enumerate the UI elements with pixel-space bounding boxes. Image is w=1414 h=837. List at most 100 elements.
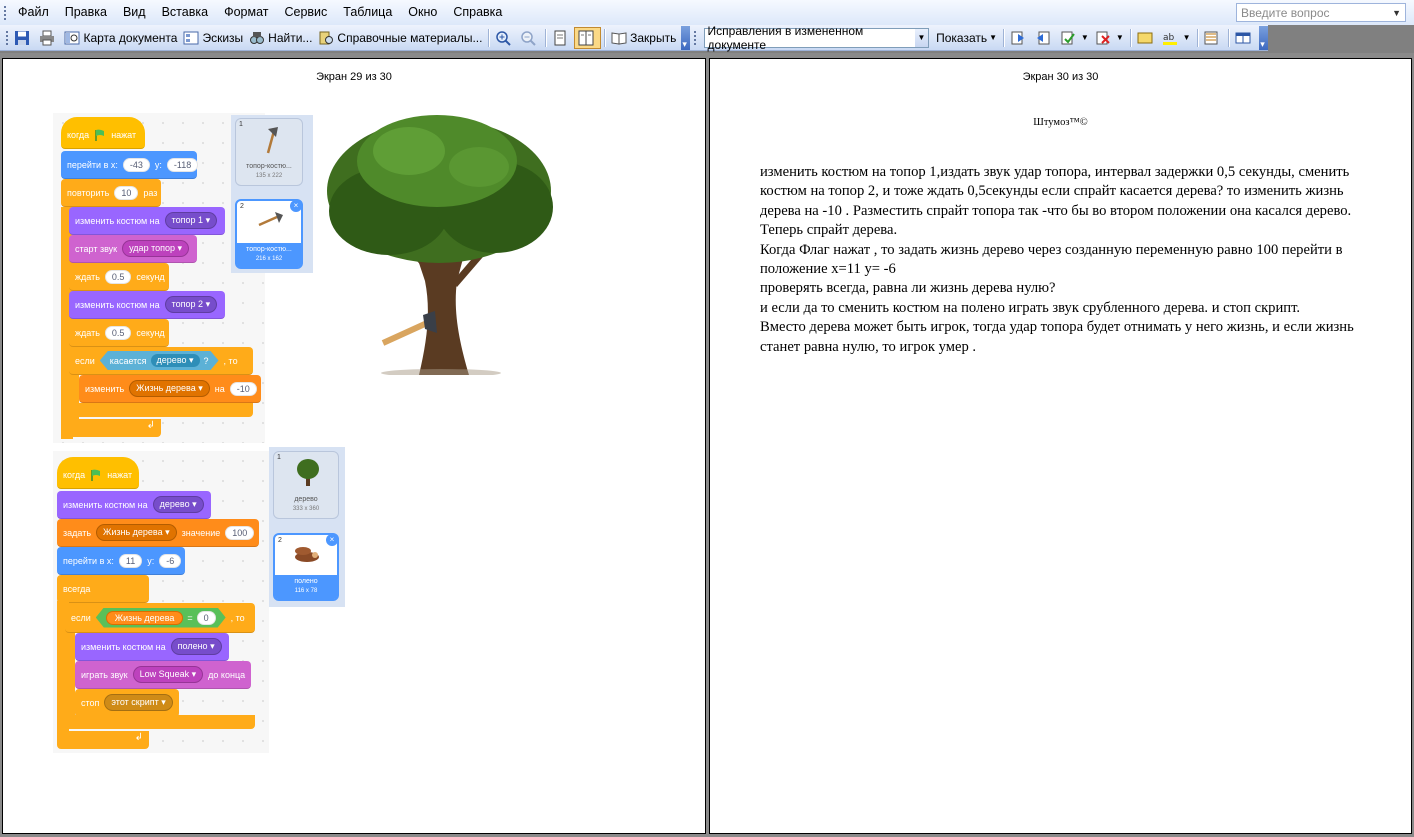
- highlight-button[interactable]: ab ▼: [1159, 27, 1194, 49]
- menu-edit[interactable]: Правка: [57, 0, 115, 25]
- one-page-button[interactable]: [549, 27, 574, 49]
- menu-format[interactable]: Формат: [216, 0, 276, 25]
- paragraph: Вместо дерева может быть игрок, тогда уд…: [760, 319, 1354, 355]
- loop-arrow-icon: ↲: [146, 420, 155, 431]
- show-markup-button[interactable]: Показать ▼: [933, 27, 1000, 49]
- show-label: Показать: [936, 30, 988, 45]
- block-text: когда: [63, 469, 86, 480]
- menu-tools[interactable]: Сервис: [276, 0, 335, 25]
- sound-dropdown[interactable]: удар топор ▾: [122, 240, 190, 257]
- costume-dropdown[interactable]: топор 2 ▾: [164, 296, 218, 313]
- previous-change-button[interactable]: [1007, 27, 1032, 49]
- change-amount-input[interactable]: -10: [229, 381, 257, 396]
- block-text: нажат: [107, 469, 133, 480]
- set-value-input[interactable]: 100: [225, 525, 255, 540]
- page-screen-30[interactable]: Экран 30 из 30 Штумоз™© изменить костюм …: [709, 58, 1412, 834]
- costume-card-selected[interactable]: 2 × топор-костю... 216 x 162: [235, 199, 303, 269]
- zoom-out-button[interactable]: [517, 27, 542, 49]
- accept-change-button[interactable]: ▼: [1057, 27, 1092, 49]
- doc-map-icon: [64, 31, 80, 44]
- toolbar-grip-2[interactable]: [693, 29, 697, 46]
- costume-value: полено: [177, 641, 208, 651]
- block-text: секунд: [136, 271, 165, 282]
- menu-view[interactable]: Вид: [115, 0, 154, 25]
- two-pages-button[interactable]: [574, 26, 602, 49]
- reference-label: Справочные материалы...: [337, 30, 483, 45]
- stop-option-dropdown[interactable]: этот скрипт ▾: [104, 694, 173, 711]
- chevron-down-icon[interactable]: ▼: [1392, 8, 1401, 18]
- costume-card[interactable]: 1 топор-костю... 135 x 222: [235, 118, 303, 186]
- find-button[interactable]: Найти...: [246, 27, 315, 49]
- new-comment-button[interactable]: [1134, 27, 1159, 49]
- x-value-input[interactable]: 11: [118, 553, 143, 568]
- wait-seconds-input[interactable]: 0.5: [104, 269, 132, 284]
- costume-number: 2: [278, 537, 282, 544]
- costume-number: 1: [277, 454, 281, 461]
- menu-insert[interactable]: Вставка: [154, 0, 216, 25]
- y-value-input[interactable]: -6: [159, 553, 182, 568]
- toolbar-options-button-2[interactable]: [1259, 25, 1269, 50]
- highlight-icon: ab: [1162, 33, 1177, 45]
- delete-costume-icon[interactable]: ×: [290, 200, 302, 212]
- reject-change-button[interactable]: ▼: [1092, 27, 1127, 49]
- toolbar-grip[interactable]: [5, 29, 9, 46]
- ask-question-input[interactable]: Введите вопрос ▼: [1236, 3, 1406, 22]
- next-change-button[interactable]: [1032, 27, 1057, 49]
- menu-help[interactable]: Справка: [445, 0, 510, 25]
- insert-table-button[interactable]: [1232, 27, 1257, 49]
- costume-dropdown[interactable]: топор 1 ▾: [164, 212, 218, 229]
- if-then-block: если Жизнь дерева = 0 , то: [65, 603, 255, 633]
- save-button[interactable]: [11, 27, 36, 49]
- costume-card-selected[interactable]: 2 × полено 116 x 78: [273, 533, 339, 601]
- zoom-in-button[interactable]: [492, 27, 517, 49]
- document-map-button[interactable]: Карта документа: [61, 27, 180, 49]
- close-reading-button[interactable]: Закрыть: [608, 27, 679, 49]
- block-text: если: [75, 355, 95, 366]
- delete-costume-icon[interactable]: ×: [326, 534, 338, 546]
- x-value-input[interactable]: -43: [122, 157, 150, 172]
- menu-window[interactable]: Окно: [400, 0, 445, 25]
- svg-text:ab: ab: [1163, 33, 1175, 43]
- reference-button[interactable]: Справочные материалы...: [315, 27, 485, 49]
- brand-header: Штумоз™©: [1033, 117, 1088, 128]
- menu-file[interactable]: Файл: [10, 0, 57, 25]
- repeat-count-input[interactable]: 10: [114, 185, 139, 200]
- switch-costume-block: изменить костюм на полено ▾: [75, 633, 229, 661]
- variable-dropdown[interactable]: Жизнь дерева ▾: [129, 380, 210, 397]
- block-text: секунд: [136, 327, 165, 338]
- menu-table[interactable]: Таблица: [335, 0, 400, 25]
- chevron-down-icon[interactable]: ▼: [914, 28, 929, 47]
- document-map-label: Карта документа: [83, 30, 178, 45]
- print-button[interactable]: [36, 27, 61, 49]
- costume-dropdown[interactable]: дерево ▾: [152, 496, 204, 513]
- compare-value-input[interactable]: 0: [197, 611, 216, 625]
- block-text: нажат: [111, 129, 137, 140]
- block-text: ждать: [75, 271, 100, 282]
- reviewing-pane-button[interactable]: [1200, 27, 1225, 49]
- block-text: y:: [147, 555, 155, 566]
- reviewing-pane-icon: [1204, 31, 1218, 44]
- chevron-down-icon[interactable]: ▼: [1183, 33, 1191, 42]
- block-text: старт звук: [75, 243, 118, 254]
- touching-target-dropdown[interactable]: дерево ▾: [151, 354, 200, 367]
- chevron-down-icon[interactable]: ▼: [1116, 33, 1124, 42]
- toolbar-options-button[interactable]: [681, 25, 691, 50]
- costume-panel-axe: 1 топор-костю... 135 x 222 2 × топор-кос…: [231, 115, 313, 273]
- page-screen-29[interactable]: Экран 29 из 30 когда нажат перейти в x: …: [2, 58, 706, 834]
- variable-reporter[interactable]: Жизнь дерева: [106, 611, 184, 625]
- wait-seconds-input[interactable]: 0.5: [104, 325, 132, 340]
- green-flag-icon: [91, 469, 101, 481]
- menu-grip[interactable]: [3, 4, 7, 21]
- sound-dropdown[interactable]: Low Squeak ▾: [132, 666, 204, 683]
- chevron-down-icon[interactable]: ▼: [1081, 33, 1089, 42]
- costume-card[interactable]: 1 дерево 333 x 360: [273, 451, 339, 519]
- document-workspace[interactable]: Экран 29 из 30 когда нажат перейти в x: …: [0, 53, 1414, 837]
- track-changes-mode-select[interactable]: Исправления в измененном документе ▼: [703, 24, 930, 52]
- find-label: Найти...: [268, 30, 313, 45]
- sound-value: Low Squeak: [139, 669, 190, 679]
- costume-dropdown[interactable]: полено ▾: [170, 638, 222, 655]
- variable-dropdown[interactable]: Жизнь дерева ▾: [96, 524, 177, 541]
- y-value-input[interactable]: -118: [166, 157, 199, 172]
- instruction-text[interactable]: изменить костюм на топор 1,издать звук у…: [760, 163, 1375, 357]
- thumbnails-button[interactable]: Эскизы: [180, 27, 246, 49]
